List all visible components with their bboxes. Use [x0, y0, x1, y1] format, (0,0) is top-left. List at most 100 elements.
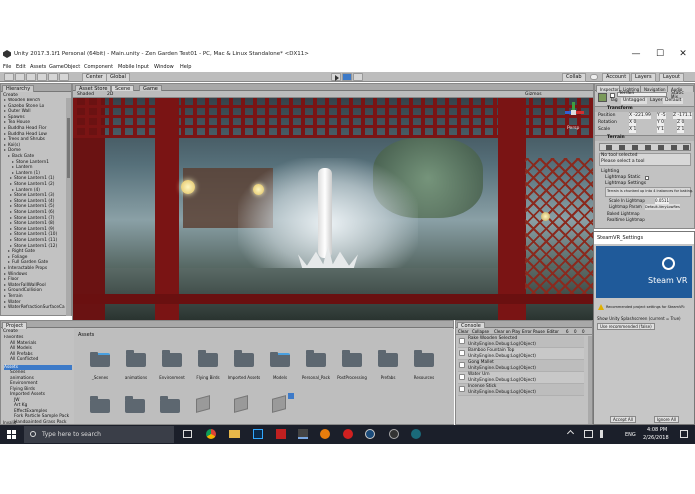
expand-arrow-icon[interactable]	[10, 199, 12, 202]
scene-viewport[interactable]: Persp	[73, 98, 593, 320]
rotate-tool-icon[interactable]	[26, 73, 36, 81]
steam-taskbar-icon[interactable]	[365, 429, 375, 439]
scale-y-field[interactable]: Y 1	[657, 127, 665, 133]
prefab-cube-icon[interactable]	[196, 395, 210, 413]
unity-taskbar-icon[interactable]	[298, 429, 308, 439]
paint-height-icon[interactable]	[619, 145, 625, 150]
collab-button[interactable]: Collab	[562, 73, 586, 82]
menu-window[interactable]: Window	[154, 64, 174, 71]
prefab-cube-icon-2[interactable]	[234, 395, 248, 413]
windows-start-icon[interactable]	[7, 430, 16, 439]
expand-arrow-icon[interactable]	[4, 99, 6, 101]
expand-arrow-icon[interactable]	[4, 306, 6, 309]
light-gizmo-icon[interactable]	[181, 180, 195, 194]
play-button[interactable]	[331, 73, 341, 81]
network-icon[interactable]	[584, 430, 593, 438]
console-log-count[interactable]: 6	[566, 329, 569, 334]
layer-dropdown[interactable]: Default	[663, 98, 684, 104]
position-y-field[interactable]: Y -5	[657, 113, 666, 119]
expand-arrow-icon[interactable]	[10, 211, 12, 213]
folder-icon[interactable]	[342, 350, 362, 367]
position-x-field[interactable]: X -221.99	[629, 113, 651, 119]
move-tool-icon[interactable]	[15, 73, 25, 81]
expand-arrow-icon[interactable]	[4, 300, 6, 303]
transform-tool-icon[interactable]	[59, 73, 69, 81]
app-teal-icon[interactable]	[411, 429, 421, 439]
folder-icon-row2-1[interactable]	[90, 396, 110, 413]
expand-arrow-icon[interactable]	[4, 283, 6, 286]
folder-icon[interactable]	[306, 350, 326, 367]
expand-arrow-icon[interactable]	[10, 183, 12, 185]
rotation-y-field[interactable]: Y 0	[657, 120, 665, 126]
clock-date[interactable]: 2/26/2018	[643, 435, 669, 441]
position-z-field[interactable]: Z -171.1	[673, 113, 693, 119]
app-dark-icon[interactable]	[389, 429, 399, 439]
hierarchy-scroll-thumb[interactable]	[67, 118, 70, 178]
center-toggle[interactable]: Center	[82, 73, 107, 82]
clock-time[interactable]: 4:08 PM	[647, 427, 667, 433]
hand-tool-icon[interactable]	[4, 73, 14, 81]
folder-icon[interactable]	[126, 350, 146, 367]
file-explorer-icon[interactable]	[229, 430, 240, 438]
expand-arrow-icon[interactable]	[4, 295, 6, 297]
ignore-all-button[interactable]: Ignore All	[654, 416, 679, 423]
expand-arrow-icon[interactable]	[8, 261, 10, 264]
minimize-button[interactable]: —	[624, 44, 648, 64]
console-clear-button[interactable]: Clear	[458, 329, 468, 334]
accept-all-button[interactable]: Accept All	[610, 416, 636, 423]
menu-help[interactable]: Help	[180, 64, 191, 71]
console-error-count[interactable]: 0	[582, 329, 585, 334]
console-log-row[interactable]: Rake Wooden Selected UnityEngine.Debug:Lo…	[458, 336, 584, 348]
chrome-icon[interactable]	[206, 429, 216, 439]
rect-tool-icon[interactable]	[48, 73, 58, 81]
expand-arrow-icon[interactable]	[10, 233, 12, 236]
scene-orientation-gizmo[interactable]	[563, 102, 585, 124]
expand-arrow-icon[interactable]	[8, 255, 10, 258]
step-button[interactable]	[353, 73, 363, 81]
expand-arrow-icon[interactable]	[12, 160, 14, 163]
expand-arrow-icon[interactable]	[12, 171, 14, 174]
expand-arrow-icon[interactable]	[4, 121, 6, 124]
maximize-button[interactable]: ☐	[648, 44, 672, 64]
notifications-icon[interactable]	[680, 430, 688, 438]
pause-button[interactable]	[342, 73, 352, 81]
expand-arrow-icon[interactable]	[4, 115, 6, 118]
task-view-icon[interactable]	[183, 430, 192, 438]
console-collapse-button[interactable]: Collapse	[472, 329, 489, 334]
folder-icon[interactable]	[270, 352, 290, 367]
scale-x-field[interactable]: X 1	[629, 127, 637, 133]
tray-chevron-icon[interactable]	[566, 429, 575, 438]
expand-arrow-icon[interactable]	[8, 155, 10, 157]
layout-dropdown[interactable]: Layout	[659, 73, 684, 82]
pdf-icon[interactable]	[276, 429, 286, 439]
expand-arrow-icon[interactable]	[8, 250, 10, 253]
language-indicator[interactable]: ENG	[625, 432, 636, 438]
realtime-lightmap-foldout[interactable]: Realtime Lightmap	[607, 217, 645, 223]
menu-edit[interactable]: Edit	[16, 64, 26, 71]
volume-icon[interactable]	[600, 430, 608, 438]
shaded-dropdown[interactable]: Shaded	[77, 91, 94, 98]
terrain-settings-icon[interactable]	[683, 145, 689, 150]
folder-icon[interactable]	[90, 352, 110, 367]
expand-arrow-icon[interactable]	[12, 188, 14, 191]
folder-icon[interactable]	[234, 350, 254, 367]
paint-details-icon[interactable]	[671, 145, 677, 150]
hierarchy-scrollbar[interactable]	[66, 98, 71, 316]
place-trees-icon[interactable]	[658, 145, 664, 150]
folder-icon[interactable]	[162, 350, 182, 367]
menu-assets[interactable]: Assets	[30, 64, 46, 71]
expand-arrow-icon[interactable]	[4, 289, 6, 292]
tab-navigation[interactable]: Navigation	[640, 85, 670, 92]
scale-tool-icon[interactable]	[37, 73, 47, 81]
console-log-row[interactable]: Gong Mallet UnityEngine.Debug:Log(Object)	[458, 360, 584, 372]
edit-pencil-icon[interactable]	[288, 393, 294, 399]
layers-dropdown[interactable]: Layers	[631, 73, 656, 82]
expand-arrow-icon[interactable]	[4, 127, 6, 129]
expand-arrow-icon[interactable]	[4, 110, 6, 113]
hierarchy-item[interactable]: WaterRefractionSurfaceCam	[4, 305, 65, 311]
light-gizmo-icon-3[interactable]	[541, 212, 550, 221]
folder-icon[interactable]	[198, 350, 218, 367]
expand-arrow-icon[interactable]	[4, 149, 6, 152]
console-warning-count[interactable]: 0	[574, 329, 577, 334]
project-create-button[interactable]: Create	[3, 328, 18, 335]
